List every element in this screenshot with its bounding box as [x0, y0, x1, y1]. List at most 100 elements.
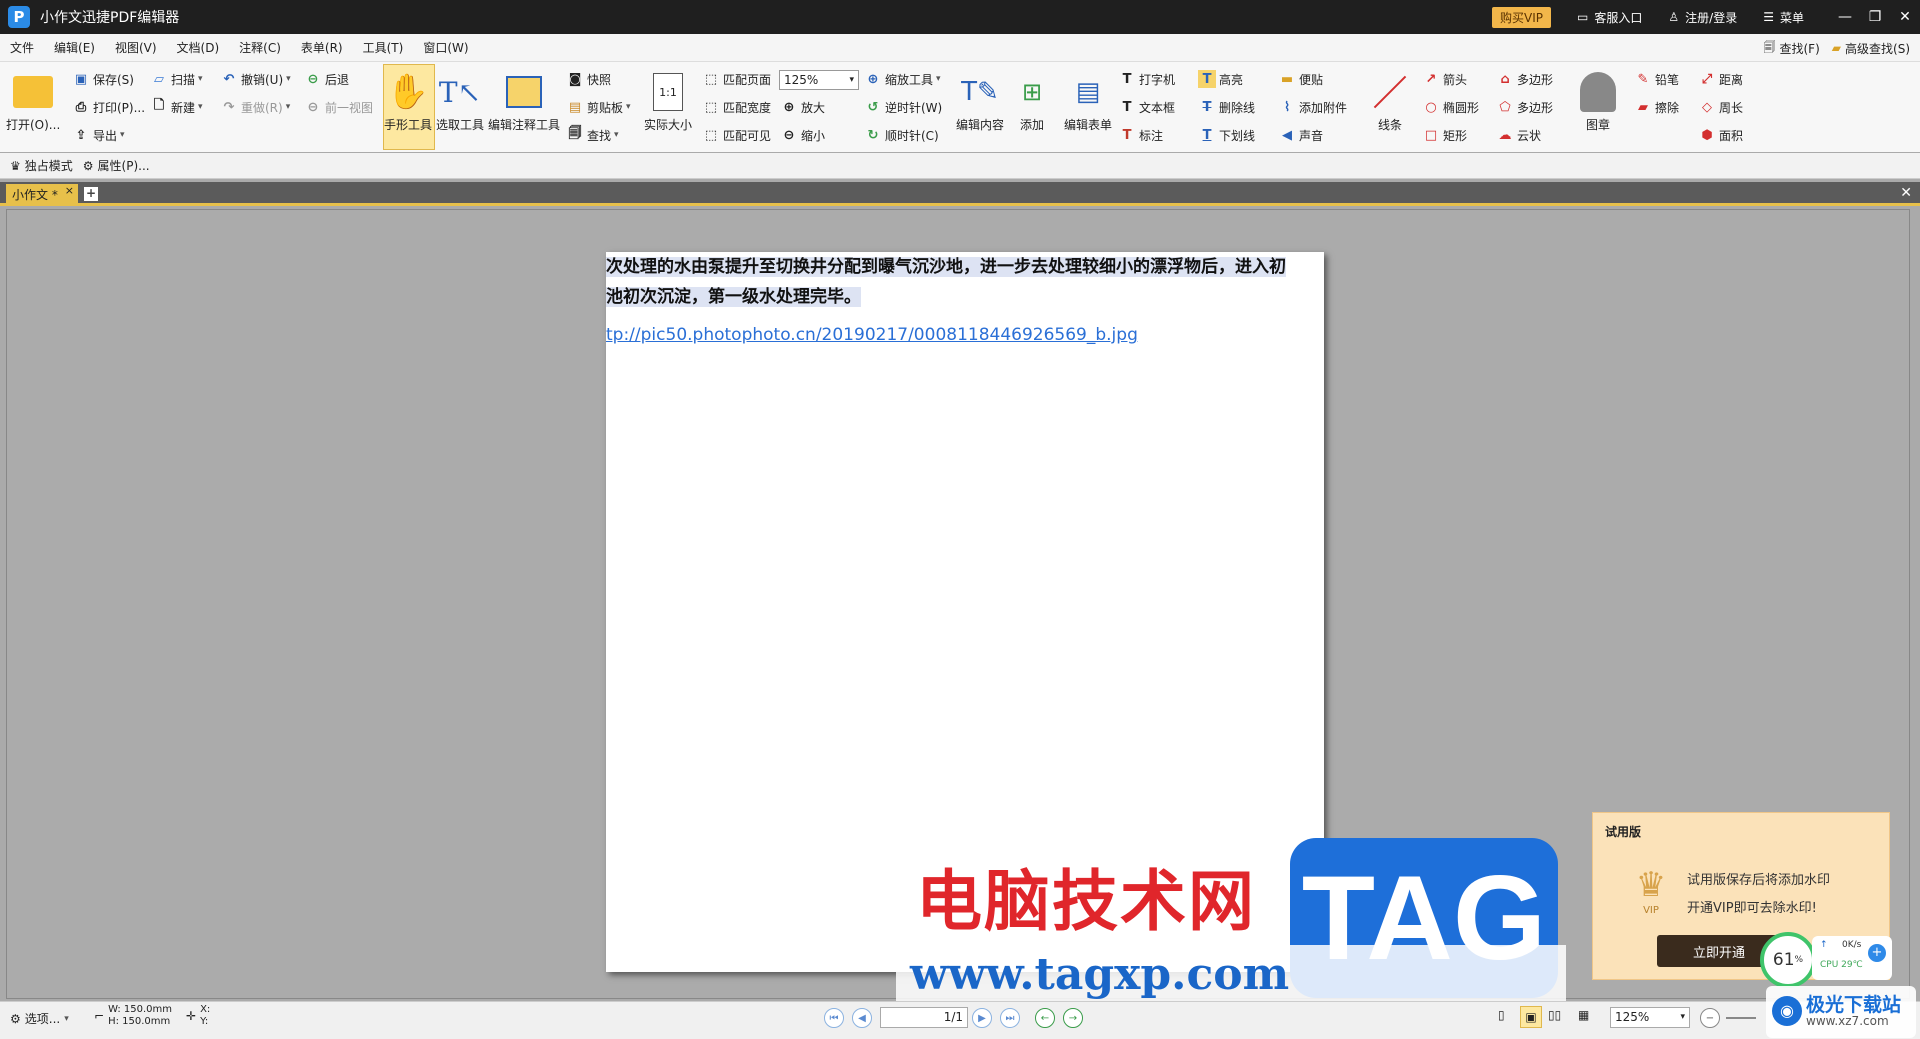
- edit-form-button[interactable]: ▤ 编辑表单: [1064, 70, 1112, 133]
- open-button[interactable]: 打开(O)...: [6, 70, 60, 133]
- edit-content-button[interactable]: T✎ 编辑内容: [956, 70, 1004, 133]
- forward-nav-icon[interactable]: →: [1063, 1008, 1083, 1028]
- menu-edit[interactable]: 编辑(E): [44, 39, 105, 56]
- print-button[interactable]: ⎙ 打印(P)...: [72, 97, 145, 117]
- note-button[interactable]: ▬ 便贴: [1278, 69, 1323, 89]
- continuous-facing-icon[interactable]: ▦: [1578, 1008, 1589, 1022]
- continuous-page-icon[interactable]: ▣: [1520, 1006, 1542, 1028]
- area-button[interactable]: ⬢ 面积: [1698, 125, 1743, 145]
- close-all-tabs-icon[interactable]: ✕: [1900, 185, 1912, 201]
- zoom-out-button[interactable]: ⊖ 缩小: [780, 125, 825, 145]
- customer-service-button[interactable]: ▭ 客服入口: [1577, 9, 1642, 26]
- rotate-ccw-button[interactable]: ↺ 逆时针(W): [864, 97, 943, 117]
- tab-document[interactable]: 小作文 * ×: [6, 184, 78, 205]
- actual-size-button[interactable]: 1:1 实际大小: [644, 70, 692, 133]
- underline-icon: T: [1202, 127, 1212, 143]
- restore-icon[interactable]: ❐: [1860, 0, 1890, 34]
- typewriter-button[interactable]: T 打字机: [1118, 69, 1175, 89]
- stamp-button[interactable]: 图章: [1576, 70, 1620, 133]
- page-text-line-1[interactable]: 次处理的水由泵提升至切换井分配到曝气沉沙地，进一步去处理较细小的漂浮物后，进入初: [606, 257, 1286, 277]
- polygon-icon: ⬠: [1499, 99, 1511, 115]
- memory-percent: 61: [1772, 950, 1795, 970]
- add-tab-icon[interactable]: +: [84, 187, 98, 201]
- menu-window[interactable]: 窗口(W): [413, 39, 478, 56]
- clipboard-button[interactable]: ▤ 剪贴板 ▾: [566, 97, 631, 117]
- buy-vip-button[interactable]: 购买VIP: [1492, 6, 1552, 28]
- rotate-cw-button[interactable]: ↻ 顺时针(C): [864, 125, 939, 145]
- advanced-find-button[interactable]: ▰ 高级查找(S): [1832, 40, 1910, 57]
- rect-tool-button[interactable]: □ 矩形: [1422, 125, 1467, 145]
- first-page-icon[interactable]: ⏮: [824, 1008, 844, 1028]
- last-page-icon[interactable]: ⏭: [1000, 1008, 1020, 1028]
- new-button[interactable]: 🗋 新建 ▾: [150, 97, 203, 117]
- arrow-tool-button[interactable]: ↗ 箭头: [1422, 69, 1467, 89]
- scan-button[interactable]: ▱ 扫描 ▾: [150, 69, 203, 89]
- edit-form-label: 编辑表单: [1064, 118, 1113, 132]
- login-button[interactable]: ♙ 注册/登录: [1668, 9, 1737, 26]
- polygon-line-tool-button[interactable]: ⌂ 多边形: [1496, 69, 1553, 89]
- prev-page-icon[interactable]: ◀: [852, 1008, 872, 1028]
- snapshot-button[interactable]: ◙ 快照: [566, 69, 611, 89]
- prev-view-button[interactable]: ⊖ 前一视图: [304, 97, 373, 117]
- status-zoom-select[interactable]: 125% ▾: [1610, 1007, 1690, 1028]
- options-button[interactable]: ⚙ 选项... ▾: [10, 1010, 69, 1027]
- properties-button[interactable]: ⚙ 属性(P)...: [83, 157, 150, 174]
- polygon-tool-button[interactable]: ⬠ 多边形: [1496, 97, 1553, 117]
- page-text[interactable]: 次处理的水由泵提升至切换井分配到曝气沉沙地，进一步去处理较细小的漂浮物后，进入初…: [606, 252, 1324, 312]
- underline-button[interactable]: T 下划线: [1198, 125, 1255, 145]
- callout-button[interactable]: T 标注: [1118, 125, 1163, 145]
- highlight-button[interactable]: T 高亮: [1198, 69, 1243, 89]
- zoom-tool-button[interactable]: ⊕ 缩放工具 ▾: [864, 69, 941, 89]
- tab-close-icon[interactable]: ×: [65, 184, 74, 197]
- hand-tool-button[interactable]: ✋ 手形工具: [384, 70, 432, 133]
- close-icon[interactable]: ✕: [1890, 0, 1920, 34]
- cloud-tool-button[interactable]: ☁ 云状: [1496, 125, 1542, 145]
- redo-button[interactable]: ↷ 重做(R) ▾: [220, 97, 291, 117]
- line-tool-button[interactable]: 线条: [1368, 70, 1412, 133]
- page-number-input[interactable]: 1/1: [880, 1007, 968, 1028]
- eraser-button[interactable]: ▰ 擦除: [1634, 97, 1679, 117]
- fit-width-button[interactable]: ⬚ 匹配宽度: [702, 97, 771, 117]
- facing-pages-icon[interactable]: ▯▯: [1548, 1008, 1561, 1022]
- zoom-select[interactable]: 125% ▾: [779, 70, 859, 90]
- save-button[interactable]: ▣ 保存(S): [72, 69, 134, 89]
- attach-button[interactable]: ⌇ 添加附件: [1278, 97, 1347, 117]
- fit-page-button[interactable]: ⬚ 匹配页面: [702, 69, 771, 89]
- main-menu-button[interactable]: ☰ 菜单: [1763, 9, 1804, 26]
- menu-comment[interactable]: 注释(C): [229, 39, 291, 56]
- ellipse-tool-button[interactable]: ○ 椭圆形: [1422, 97, 1479, 117]
- strikethrough-button[interactable]: T 删除线: [1198, 97, 1255, 117]
- find-button[interactable]: 🗐 查找(F): [1764, 38, 1820, 59]
- back-button[interactable]: ⊖ 后退: [304, 69, 349, 89]
- menu-view[interactable]: 视图(V): [105, 39, 167, 56]
- minimize-icon[interactable]: —: [1830, 0, 1860, 34]
- perimeter-button[interactable]: ◇ 周长: [1698, 97, 1743, 117]
- page-text-line-2[interactable]: 池初次沉淀，第一级水处理完毕。: [606, 287, 861, 307]
- back-nav-icon[interactable]: ←: [1035, 1008, 1055, 1028]
- add-button[interactable]: ⊞ 添加: [1010, 70, 1054, 133]
- sound-button[interactable]: ◀ 声音: [1278, 125, 1323, 145]
- zoom-slider[interactable]: [1726, 1017, 1756, 1019]
- memory-gauge[interactable]: 61%: [1760, 932, 1816, 988]
- menu-tools[interactable]: 工具(T): [353, 39, 414, 56]
- fit-visible-button[interactable]: ⬚ 匹配可见: [702, 125, 771, 145]
- undo-button[interactable]: ↶ 撤销(U) ▾: [220, 69, 291, 89]
- export-button[interactable]: ⇪ 导出 ▾: [72, 125, 125, 145]
- menu-document[interactable]: 文档(D): [167, 39, 230, 56]
- find-tool-button[interactable]: 🗐 查找 ▾: [566, 125, 619, 145]
- select-tool-button[interactable]: T↖ 选取工具: [436, 70, 484, 133]
- distance-button[interactable]: ⤢ 距离: [1698, 69, 1743, 89]
- brand-name: 极光下载站: [1806, 994, 1902, 1016]
- textbox-button[interactable]: T 文本框: [1118, 97, 1175, 117]
- monitor-add-icon[interactable]: +: [1868, 944, 1886, 962]
- page-link[interactable]: tp://pic50.photophoto.cn/20190217/000811…: [606, 325, 1138, 345]
- menu-form[interactable]: 表单(R): [291, 39, 353, 56]
- menu-file[interactable]: 文件: [0, 39, 44, 56]
- single-page-icon[interactable]: ▯: [1498, 1008, 1505, 1022]
- edit-annotation-tool-button[interactable]: 编辑注释工具: [488, 70, 560, 133]
- next-page-icon[interactable]: ▶: [972, 1008, 992, 1028]
- status-zoom-out-icon[interactable]: −: [1700, 1008, 1720, 1028]
- exclusive-mode-button[interactable]: ♛ 独占模式: [10, 157, 73, 174]
- zoom-in-button[interactable]: ⊕ 放大: [780, 97, 825, 117]
- pencil-button[interactable]: ✎ 铅笔: [1634, 69, 1679, 89]
